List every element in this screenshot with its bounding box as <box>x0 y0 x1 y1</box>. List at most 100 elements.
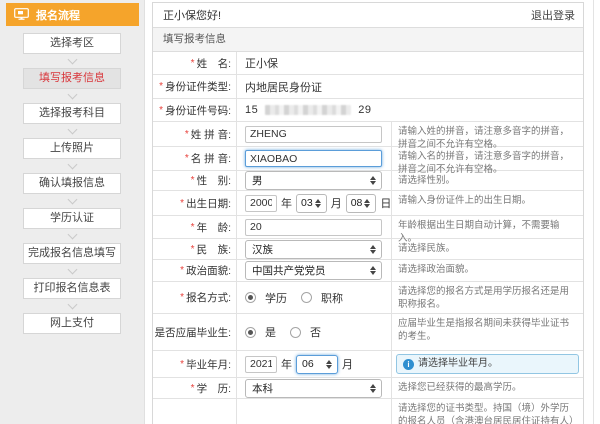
surname-pinyin-input[interactable] <box>245 126 382 143</box>
registration-type-hint: 请选择您的报名方式是用学历报名还是用职称报名。 <box>392 282 583 313</box>
radio-no-label: 否 <box>310 324 321 340</box>
form-row-age: *年 龄: 年龄根据出生日期自动计算，不需要输入。 <box>153 216 583 239</box>
sidebar-item-select-exam-area[interactable]: 选择考区 <box>23 33 121 54</box>
graduation-year-input[interactable] <box>245 356 277 373</box>
birth-date-hint: 请输入身份证件上的出生日期。 <box>392 191 583 215</box>
birth-month-select[interactable]: 03 <box>296 194 327 213</box>
age-label: *年 龄: <box>153 216 237 238</box>
birth-year-input[interactable] <box>245 195 277 212</box>
ethnicity-select[interactable]: 汉族 <box>245 240 382 259</box>
sidebar-item-online-payment[interactable]: 网上支付 <box>23 313 121 334</box>
form-row-graduation-date: *毕业年月: 年 06 月 i 请选择毕业年月。 <box>153 351 583 378</box>
form-row-education: *学 历: 本科 选择您已经获得的最高学历。 <box>153 378 583 399</box>
radio-education[interactable] <box>245 292 256 303</box>
required-asterisk: * <box>180 292 184 303</box>
ethnicity-hint: 请选择民族。 <box>392 239 583 259</box>
logout-link[interactable]: 退出登录 <box>531 7 575 23</box>
givenname-pinyin-hint: 请输入名的拼音，请注意多音字的拼音，拼音之间不允许有空格。 <box>392 147 583 170</box>
sidebar-item-confirm-info[interactable]: 确认填报信息 <box>23 173 121 194</box>
gender-cell: 男 <box>237 171 392 190</box>
certificate-type-hint: 请选择您的证书类型。持国（境）外学历的报名人员（含港澳台居民居住证持有人）请选择… <box>392 399 583 424</box>
gender-select[interactable]: 男 <box>245 171 382 190</box>
registration-type-cell: 学历 职称 <box>237 282 392 313</box>
user-greeting: 正小保您好! <box>163 7 221 23</box>
birth-day-select[interactable]: 08 <box>346 194 377 213</box>
sidebar-item-select-subjects[interactable]: 选择报考科目 <box>23 103 121 124</box>
education-label: *学 历: <box>153 378 237 398</box>
required-asterisk: * <box>185 129 189 140</box>
chevron-down-icon <box>69 54 76 68</box>
scrollbar[interactable] <box>593 0 600 424</box>
form-row-political-status: *政治面貌: 中国共产党党员 请选择政治面貌。 <box>153 260 583 282</box>
step-list: 选择考区 填写报考信息 选择报考科目 上传照片 确认填报信息 学历认证 完成报名… <box>0 33 144 334</box>
chevron-down-icon <box>69 159 76 173</box>
radio-yes-label: 是 <box>265 324 276 340</box>
masked-digits <box>265 105 351 115</box>
graduation-date-cell: 年 06 月 <box>237 351 392 377</box>
required-asterisk: * <box>191 58 195 69</box>
birth-date-label: *出生日期: <box>153 191 237 215</box>
id-number-label: *身份证件号码: <box>153 99 237 121</box>
sidebar-header: 报名流程 <box>6 3 139 26</box>
ethnicity-label: *民 族: <box>153 239 237 259</box>
form-row-surname-pinyin: *姓 拼 音: 请输入姓的拼音，请注意多音字的拼音，拼音之间不允许有空格。 <box>153 122 583 147</box>
graduation-date-label: *毕业年月: <box>153 351 237 377</box>
radio-title[interactable] <box>301 292 312 303</box>
radio-education-label: 学历 <box>265 290 287 306</box>
graduation-alert: i 请选择毕业年月。 <box>396 354 579 374</box>
required-asterisk: * <box>159 81 163 92</box>
name-value: 正小保 <box>237 52 583 74</box>
fresh-graduate-hint: 应届毕业生是指报名期间未获得毕业证书的考生。 <box>392 314 583 350</box>
givenname-pinyin-input[interactable] <box>245 150 382 167</box>
education-select[interactable]: 本科 <box>245 379 382 398</box>
sidebar-title: 报名流程 <box>36 7 80 23</box>
radio-yes[interactable] <box>245 327 256 338</box>
form-row-gender: *性 别: 男 请选择性别。 <box>153 171 583 191</box>
chevron-down-icon <box>69 229 76 243</box>
process-sidebar: 报名流程 选择考区 填写报考信息 选择报考科目 上传照片 确认填报信息 学历认证… <box>0 0 145 424</box>
info-icon: i <box>403 359 414 370</box>
sidebar-item-upload-photo[interactable]: 上传照片 <box>23 138 121 159</box>
form-row-name: *姓 名: 正小保 <box>153 52 583 75</box>
form-row-givenname-pinyin: *名 拼 音: 请输入名的拼音，请注意多音字的拼音，拼音之间不允许有空格。 <box>153 147 583 171</box>
graduation-alert-text: 请选择毕业年月。 <box>418 357 498 371</box>
sidebar-item-print-form[interactable]: 打印报名信息表 <box>23 278 121 299</box>
chevron-down-icon <box>69 89 76 103</box>
id-number-value: 1529 <box>237 99 583 121</box>
required-asterisk: * <box>191 222 195 233</box>
sidebar-item-education-certification[interactable]: 学历认证 <box>23 208 121 229</box>
required-asterisk: * <box>152 327 153 338</box>
form-row-id-type: *身份证件类型: 内地居民身份证 <box>153 75 583 99</box>
sidebar-item-fill-registration-info[interactable]: 填写报考信息 <box>23 68 121 89</box>
registration-type-label: *报名方式: <box>153 282 237 313</box>
required-asterisk: * <box>180 198 184 209</box>
chevron-down-icon <box>69 264 76 278</box>
political-status-select[interactable]: 中国共产党党员 <box>245 261 382 280</box>
year-unit: 年 <box>281 195 292 211</box>
chevron-down-icon <box>69 194 76 208</box>
education-cell: 本科 <box>237 378 392 398</box>
political-status-hint: 请选择政治面貌。 <box>392 260 583 281</box>
radio-no[interactable] <box>290 327 301 338</box>
form-row-ethnicity: *民 族: 汉族 请选择民族。 <box>153 239 583 260</box>
sidebar-item-complete-registration[interactable]: 完成报名信息填写 <box>23 243 121 264</box>
form-row-id-number: *身份证件号码: 1529 <box>153 99 583 122</box>
id-type-label: *身份证件类型: <box>153 75 237 98</box>
required-asterisk: * <box>180 265 184 276</box>
graduation-month-select[interactable]: 06 <box>296 355 338 374</box>
required-asterisk: * <box>191 175 195 186</box>
month-unit: 月 <box>342 356 353 372</box>
section-title: 填写报考信息 <box>163 33 226 45</box>
age-input[interactable] <box>245 219 382 236</box>
age-cell <box>237 216 392 238</box>
form-row-certificate-type: 请选择您的证书类型。持国（境）外学历的报名人员（含港澳台居民居住证持有人）请选择… <box>153 399 583 424</box>
radio-title-label: 职称 <box>321 290 343 306</box>
name-label: *姓 名: <box>153 52 237 74</box>
education-hint: 选择您已经获得的最高学历。 <box>392 378 583 398</box>
age-hint: 年龄根据出生日期自动计算，不需要输入。 <box>392 216 583 238</box>
givenname-pinyin-label: *名 拼 音: <box>153 147 237 170</box>
political-status-cell: 中国共产党党员 <box>237 260 392 281</box>
required-asterisk: * <box>180 359 184 370</box>
main-panel: 正小保您好! 退出登录 填写报考信息 *姓 名: 正小保 *身份证件类型: 内地… <box>152 2 584 424</box>
form-row-birth-date: *出生日期: 年 03 月 08 日 请输入身份证件上的出生日期。 <box>153 191 583 216</box>
